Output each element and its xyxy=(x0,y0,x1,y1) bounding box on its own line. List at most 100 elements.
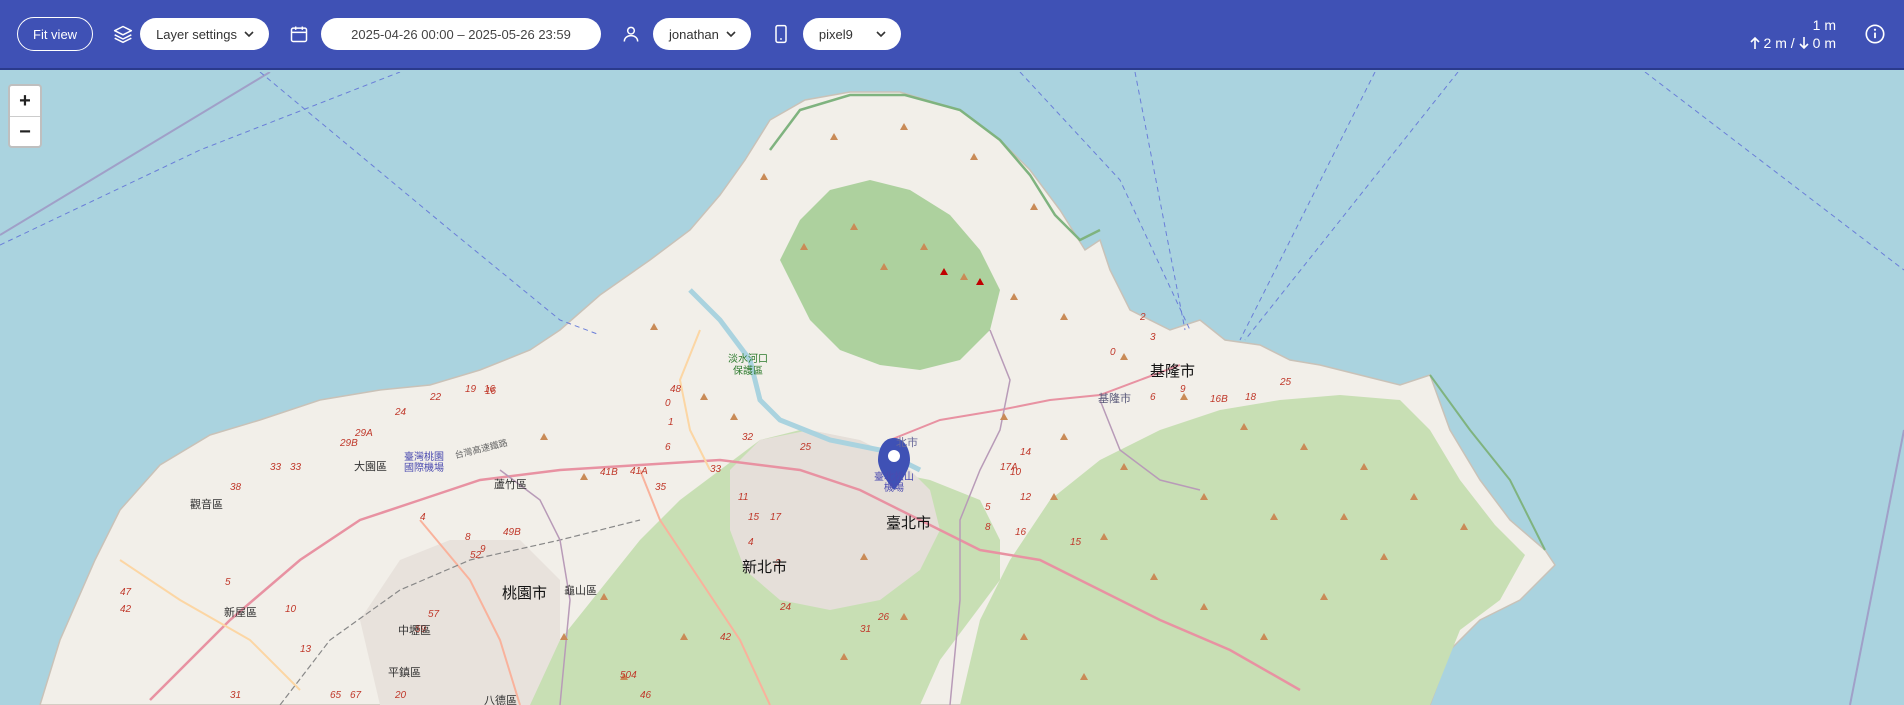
label-tamsui-reserve: 淡水河口 保護區 xyxy=(728,354,768,377)
route-number-label: 41A xyxy=(630,466,648,477)
label-luzhu: 蘆竹區 xyxy=(494,479,527,491)
layer-settings-label: Layer settings xyxy=(156,26,237,42)
route-number-label: 5 xyxy=(985,502,991,513)
route-number-label: 8 xyxy=(465,532,471,543)
label-taipei-n: 北市 xyxy=(896,437,918,449)
label-new-taipei: 新北市 xyxy=(742,559,788,576)
map-view[interactable]: 19 16 22 24 29A 29B 33 33 38 47 42 5 10 13 4 8 9 49B 52 57 5… xyxy=(0,72,1904,705)
route-number-label: 31 xyxy=(860,624,871,635)
route-number-label: 48 xyxy=(670,384,682,395)
zoom-out-button[interactable]: − xyxy=(10,116,40,147)
arrow-up-icon xyxy=(1749,36,1760,49)
route-number-label: 24 xyxy=(394,407,407,418)
route-number-label: 4 xyxy=(748,537,754,548)
route-number-label: 25 xyxy=(799,442,812,453)
route-number-label: 57 xyxy=(428,609,440,620)
accuracy-value: 1 m xyxy=(1812,17,1836,33)
altitude-down-value: 0 m xyxy=(1812,35,1836,51)
user-label: jonathan xyxy=(669,26,719,42)
route-number-label: 20 xyxy=(394,690,407,701)
route-number-label: 16B xyxy=(1210,394,1228,405)
zoom-control: + − xyxy=(8,84,42,148)
route-number-label: 29B xyxy=(339,438,358,449)
label-xinwu: 新屋區 xyxy=(224,607,257,619)
route-number-label: 12 xyxy=(1020,492,1032,503)
label-guanyin: 觀音區 xyxy=(190,499,223,511)
route-number-label: 67 xyxy=(350,690,362,701)
arrow-down-icon xyxy=(1799,37,1809,50)
route-number-label: 42 xyxy=(120,604,132,615)
route-number-label: 52 xyxy=(470,550,482,561)
route-number-label: 33 xyxy=(290,462,302,473)
route-number-label: 16 xyxy=(485,386,497,397)
date-range-input[interactable]: 2025-04-26 00:00 – 2025-05-26 23:59 xyxy=(321,18,601,50)
user-dropdown[interactable]: jonathan xyxy=(653,18,751,50)
route-number-label: 504 xyxy=(620,670,637,681)
route-number-label: 17 xyxy=(770,512,782,523)
route-number-label: 9 xyxy=(1180,384,1186,395)
chevron-down-icon xyxy=(876,31,886,38)
route-number-label: 33 xyxy=(710,464,722,475)
route-number-label: 49B xyxy=(503,527,521,538)
phone-icon xyxy=(769,22,793,46)
route-number-label: 32 xyxy=(742,432,754,443)
route-number-label: 17A xyxy=(1000,462,1018,473)
top-toolbar: Fit view Layer settings 2025-04-26 00:00… xyxy=(0,0,1904,70)
route-number-label: 26 xyxy=(877,612,890,623)
route-number-label: 0 xyxy=(1110,347,1116,358)
route-number-label: 31 xyxy=(230,690,241,701)
route-number-label: 10 xyxy=(285,604,297,615)
route-number-label: 41B xyxy=(600,467,618,478)
layer-settings-dropdown[interactable]: Layer settings xyxy=(140,18,269,50)
route-number-label: 8 xyxy=(985,522,991,533)
label-dayuan: 大園區 xyxy=(354,461,387,473)
route-number-label: 1 xyxy=(668,417,674,428)
info-icon[interactable] xyxy=(1864,23,1886,45)
route-number-label: 15 xyxy=(748,512,760,523)
map-canvas[interactable]: 19 16222429A29B33333847425101348949B52575… xyxy=(0,72,1904,705)
label-keelung-port: 基隆市 xyxy=(1098,393,1131,405)
route-number-label: 4 xyxy=(420,512,426,523)
label-keelung: 基隆市 xyxy=(1150,363,1196,380)
route-number-label: 38 xyxy=(230,482,242,493)
label-taoyuan: 桃園市 xyxy=(502,585,548,602)
route-number-label: 65 xyxy=(330,690,342,701)
route-number-label: 24 xyxy=(779,602,792,613)
route-number-label: 6 xyxy=(665,442,671,453)
device-label: pixel9 xyxy=(818,26,853,42)
route-number-label: 47 xyxy=(120,587,132,598)
altitude-up-value: 2 m / xyxy=(1763,35,1795,51)
route-number-label: 6 xyxy=(1150,392,1156,403)
label-pingzhen: 平鎮區 xyxy=(388,667,421,679)
route-number-label: 15 xyxy=(1070,537,1082,548)
route-number-label: 46 xyxy=(640,690,652,701)
layers-icon[interactable] xyxy=(111,22,135,46)
calendar-icon xyxy=(287,22,311,46)
route-number-label: 13 xyxy=(300,644,312,655)
position-stats: 1 m 2 m / 0 m xyxy=(1749,16,1836,52)
route-number-label: 35 xyxy=(655,482,667,493)
label-songshan-airport: 臺北松山 機場 xyxy=(874,472,914,494)
route-number-label: 16 xyxy=(1015,527,1027,538)
label-taipei: 臺北市 xyxy=(886,515,932,532)
route-number-label: 14 xyxy=(1020,447,1032,458)
chevron-down-icon xyxy=(726,31,736,38)
device-dropdown[interactable]: pixel9 xyxy=(802,18,901,50)
user-icon xyxy=(619,22,643,46)
label-taoyuan-airport: 臺灣桃園 國際機場 xyxy=(404,452,444,474)
label-bade: 八德區 xyxy=(484,695,517,705)
label-zhongli: 中壢區 xyxy=(398,625,431,637)
route-number-label: 42 xyxy=(720,632,732,643)
fit-view-button[interactable]: Fit view xyxy=(17,17,94,51)
route-number-label: 11 xyxy=(738,492,748,503)
zoom-in-button[interactable]: + xyxy=(10,86,40,116)
route-number-label: 33 xyxy=(270,462,282,473)
route-number-label: 22 xyxy=(429,392,442,403)
route-number-label: 3 xyxy=(1150,332,1156,343)
label-guishan: 龜山區 xyxy=(564,585,597,597)
route-number-label: 19 xyxy=(465,384,477,395)
route-number-label: 2 xyxy=(1139,312,1146,323)
route-number-label: 5 xyxy=(225,577,231,588)
route-number-label: 25 xyxy=(1279,377,1292,388)
route-number-label: 0 xyxy=(665,398,671,409)
